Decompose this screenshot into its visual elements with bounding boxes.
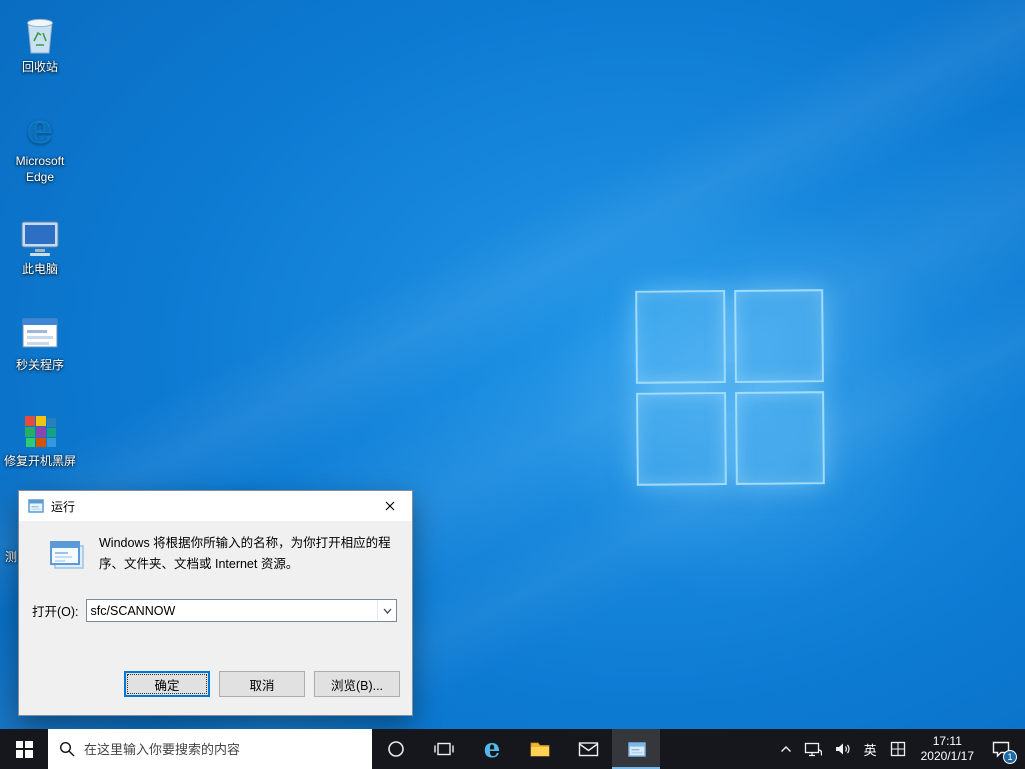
ime-grid-icon [890, 741, 905, 757]
dialog-title: 运行 [51, 499, 76, 514]
desktop-icon-this-pc[interactable]: 此电脑 [2, 214, 78, 278]
network-tray-button[interactable] [798, 729, 828, 769]
desktop-icon-label: 回收站 [21, 60, 58, 74]
desktop-icon-label: Microsoft Edge [15, 154, 65, 184]
chevron-up-icon [780, 746, 791, 752]
windows-start-icon [15, 740, 33, 758]
language-indicator[interactable]: 英 [857, 729, 884, 769]
run-dialog-icon [28, 499, 44, 513]
ime-mode-button[interactable] [884, 729, 912, 769]
system-tray: 英 17:11 2020/1/17 1 [774, 729, 1025, 769]
taskbar-clock[interactable]: 17:11 2020/1/17 [912, 729, 983, 769]
run-app-icon [628, 741, 646, 757]
file-explorer-button[interactable] [516, 729, 564, 769]
desktop-icon-microsoft-edge[interactable]: e Microsoft Edge [2, 106, 78, 185]
close-icon [385, 501, 394, 511]
run-dialog-description: Windows 将根据你所输入的名称，为你打开相应的程序、文件夹、文档或 Int… [99, 536, 391, 571]
mail-icon [578, 742, 598, 757]
edge-icon: e [483, 734, 501, 764]
desktop-icon-label: 修复开机黑屏 [3, 454, 76, 468]
computer-icon [2, 214, 78, 258]
windows-logo-pane [636, 392, 727, 486]
task-view-icon [434, 742, 454, 756]
open-combobox[interactable] [85, 599, 397, 622]
run-app-taskbar-button[interactable] [612, 729, 660, 769]
speaker-icon [835, 743, 850, 755]
windows-logo-wallpaper [635, 289, 825, 486]
windows-logo-pane [733, 289, 824, 383]
desktop-icon-quick-close-app[interactable]: 秒关程序 [2, 310, 78, 374]
ok-button[interactable]: 确定 [124, 671, 210, 697]
task-view-button[interactable] [420, 729, 468, 769]
cancel-button[interactable]: 取消 [219, 671, 305, 697]
desktop-icon-label: 此电脑 [21, 262, 58, 276]
network-icon [804, 742, 822, 756]
chevron-down-icon [383, 608, 391, 614]
program-window-icon [2, 310, 78, 354]
cortana-button[interactable] [372, 729, 420, 769]
windows-logo-pane [734, 391, 825, 485]
start-button[interactable] [0, 729, 48, 769]
search-input[interactable] [84, 741, 372, 757]
edge-icon: e [26, 104, 54, 153]
volume-tray-button[interactable] [828, 729, 857, 769]
mosaic-cube-icon [2, 406, 78, 450]
browse-button[interactable]: 浏览(B)... [314, 671, 400, 697]
recycle-bin-icon [2, 12, 78, 56]
desktop-icon-fix-black-screen[interactable]: 修复开机黑屏 [2, 406, 78, 470]
combobox-dropdown-button[interactable] [377, 600, 396, 621]
tray-overflow-button[interactable] [774, 729, 798, 769]
windows-logo-pane [635, 290, 726, 384]
open-input[interactable] [86, 601, 377, 620]
cortana-icon [388, 741, 404, 757]
close-button[interactable] [367, 491, 412, 521]
desktop-icon-recycle-bin[interactable]: 回收站 [2, 12, 78, 76]
mail-button[interactable] [564, 729, 612, 769]
taskbar: e [0, 729, 1025, 769]
open-field-label: 打开(O): [32, 605, 79, 619]
search-icon [59, 741, 75, 757]
notification-badge: 1 [1003, 750, 1017, 764]
run-command-icon [50, 541, 84, 569]
taskbar-search[interactable] [48, 729, 372, 769]
folder-icon [530, 742, 550, 757]
run-dialog: 运行 Windows 将根据你所输入的名称，为你打开相应的程序、文件夹、文档或 … [18, 490, 413, 716]
action-center-button[interactable]: 1 [983, 729, 1023, 769]
clock-date: 2020/1/17 [920, 749, 974, 763]
desktop-icon-label: 秒关程序 [15, 358, 64, 372]
clock-time: 17:11 [932, 734, 962, 748]
run-dialog-titlebar[interactable]: 运行 [19, 491, 412, 521]
edge-taskbar-button[interactable]: e [468, 729, 516, 769]
